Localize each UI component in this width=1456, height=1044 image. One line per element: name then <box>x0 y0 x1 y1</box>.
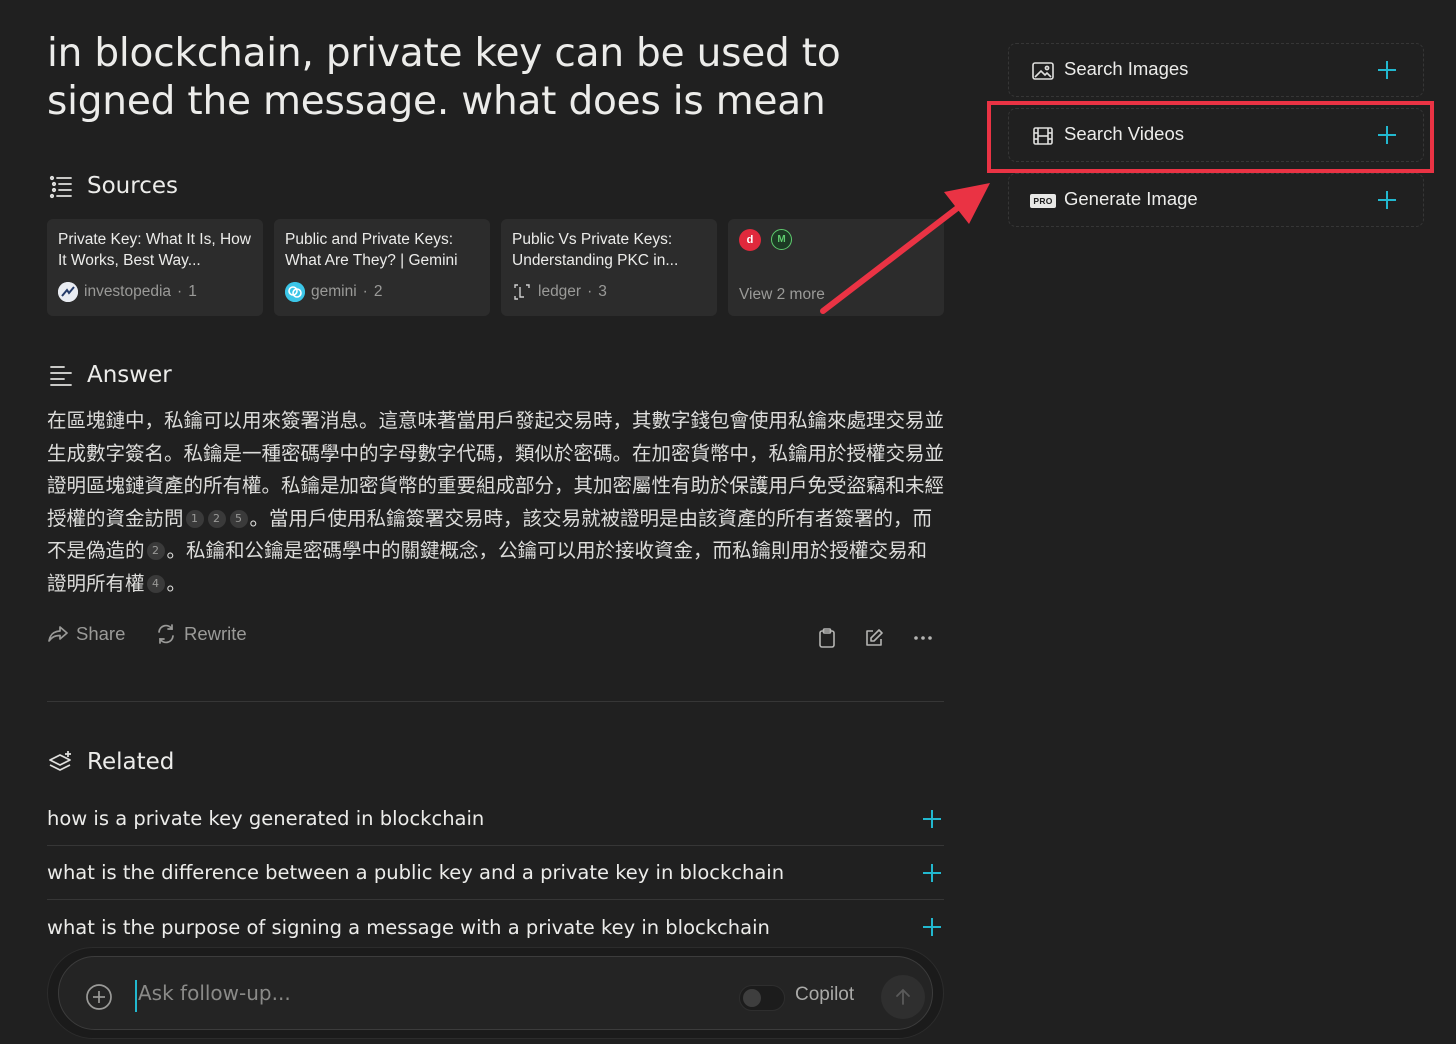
annotation-arrow <box>820 183 990 314</box>
